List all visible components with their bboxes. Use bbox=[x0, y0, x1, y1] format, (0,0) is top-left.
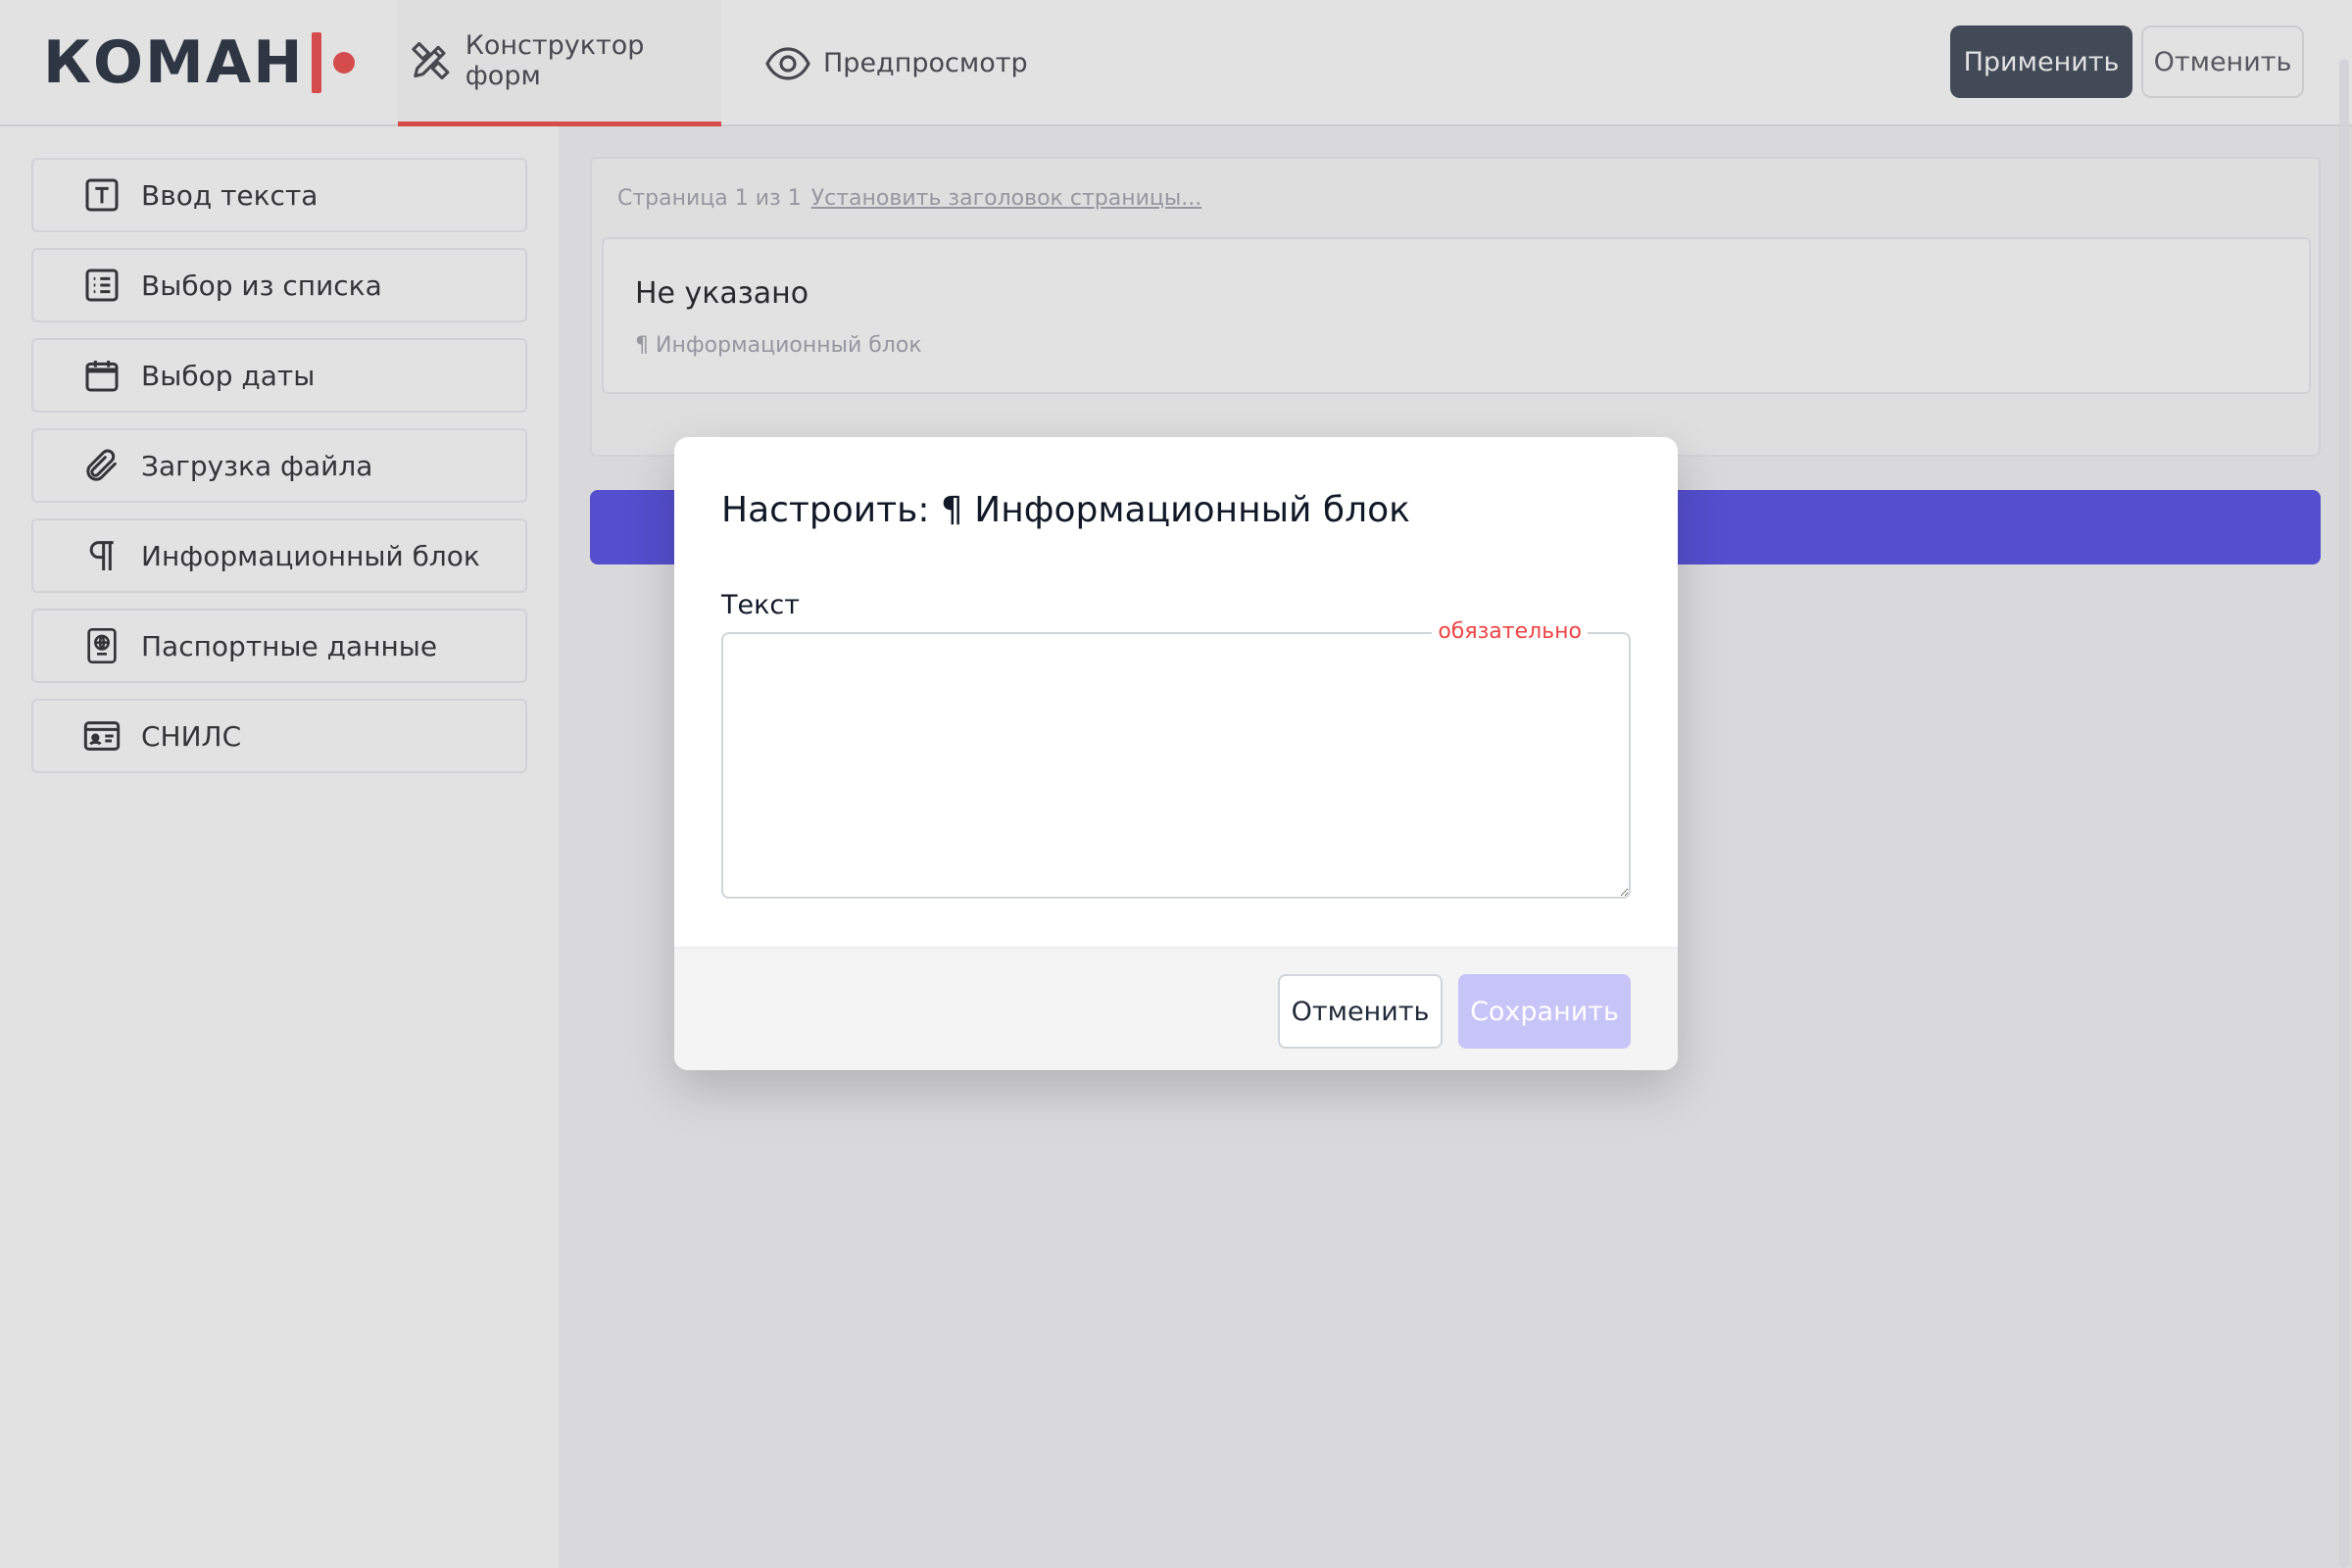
configure-dialog: Настроить: ¶ Информационный блок Текст о… bbox=[674, 437, 1678, 1070]
text-field-wrapper: обязательно bbox=[721, 618, 1631, 899]
dialog-title: Настроить: ¶ Информационный блок bbox=[721, 490, 1410, 530]
text-field-label: Текст bbox=[721, 590, 800, 620]
page-scrollbar[interactable] bbox=[2339, 59, 2349, 1568]
text-field-textarea[interactable] bbox=[721, 632, 1631, 899]
required-badge: обязательно bbox=[1432, 618, 1588, 646]
dialog-cancel-button[interactable]: Отменить bbox=[1278, 974, 1443, 1049]
dialog-footer: Отменить Сохранить bbox=[674, 947, 1678, 1070]
dialog-save-button[interactable]: Сохранить bbox=[1458, 974, 1631, 1049]
